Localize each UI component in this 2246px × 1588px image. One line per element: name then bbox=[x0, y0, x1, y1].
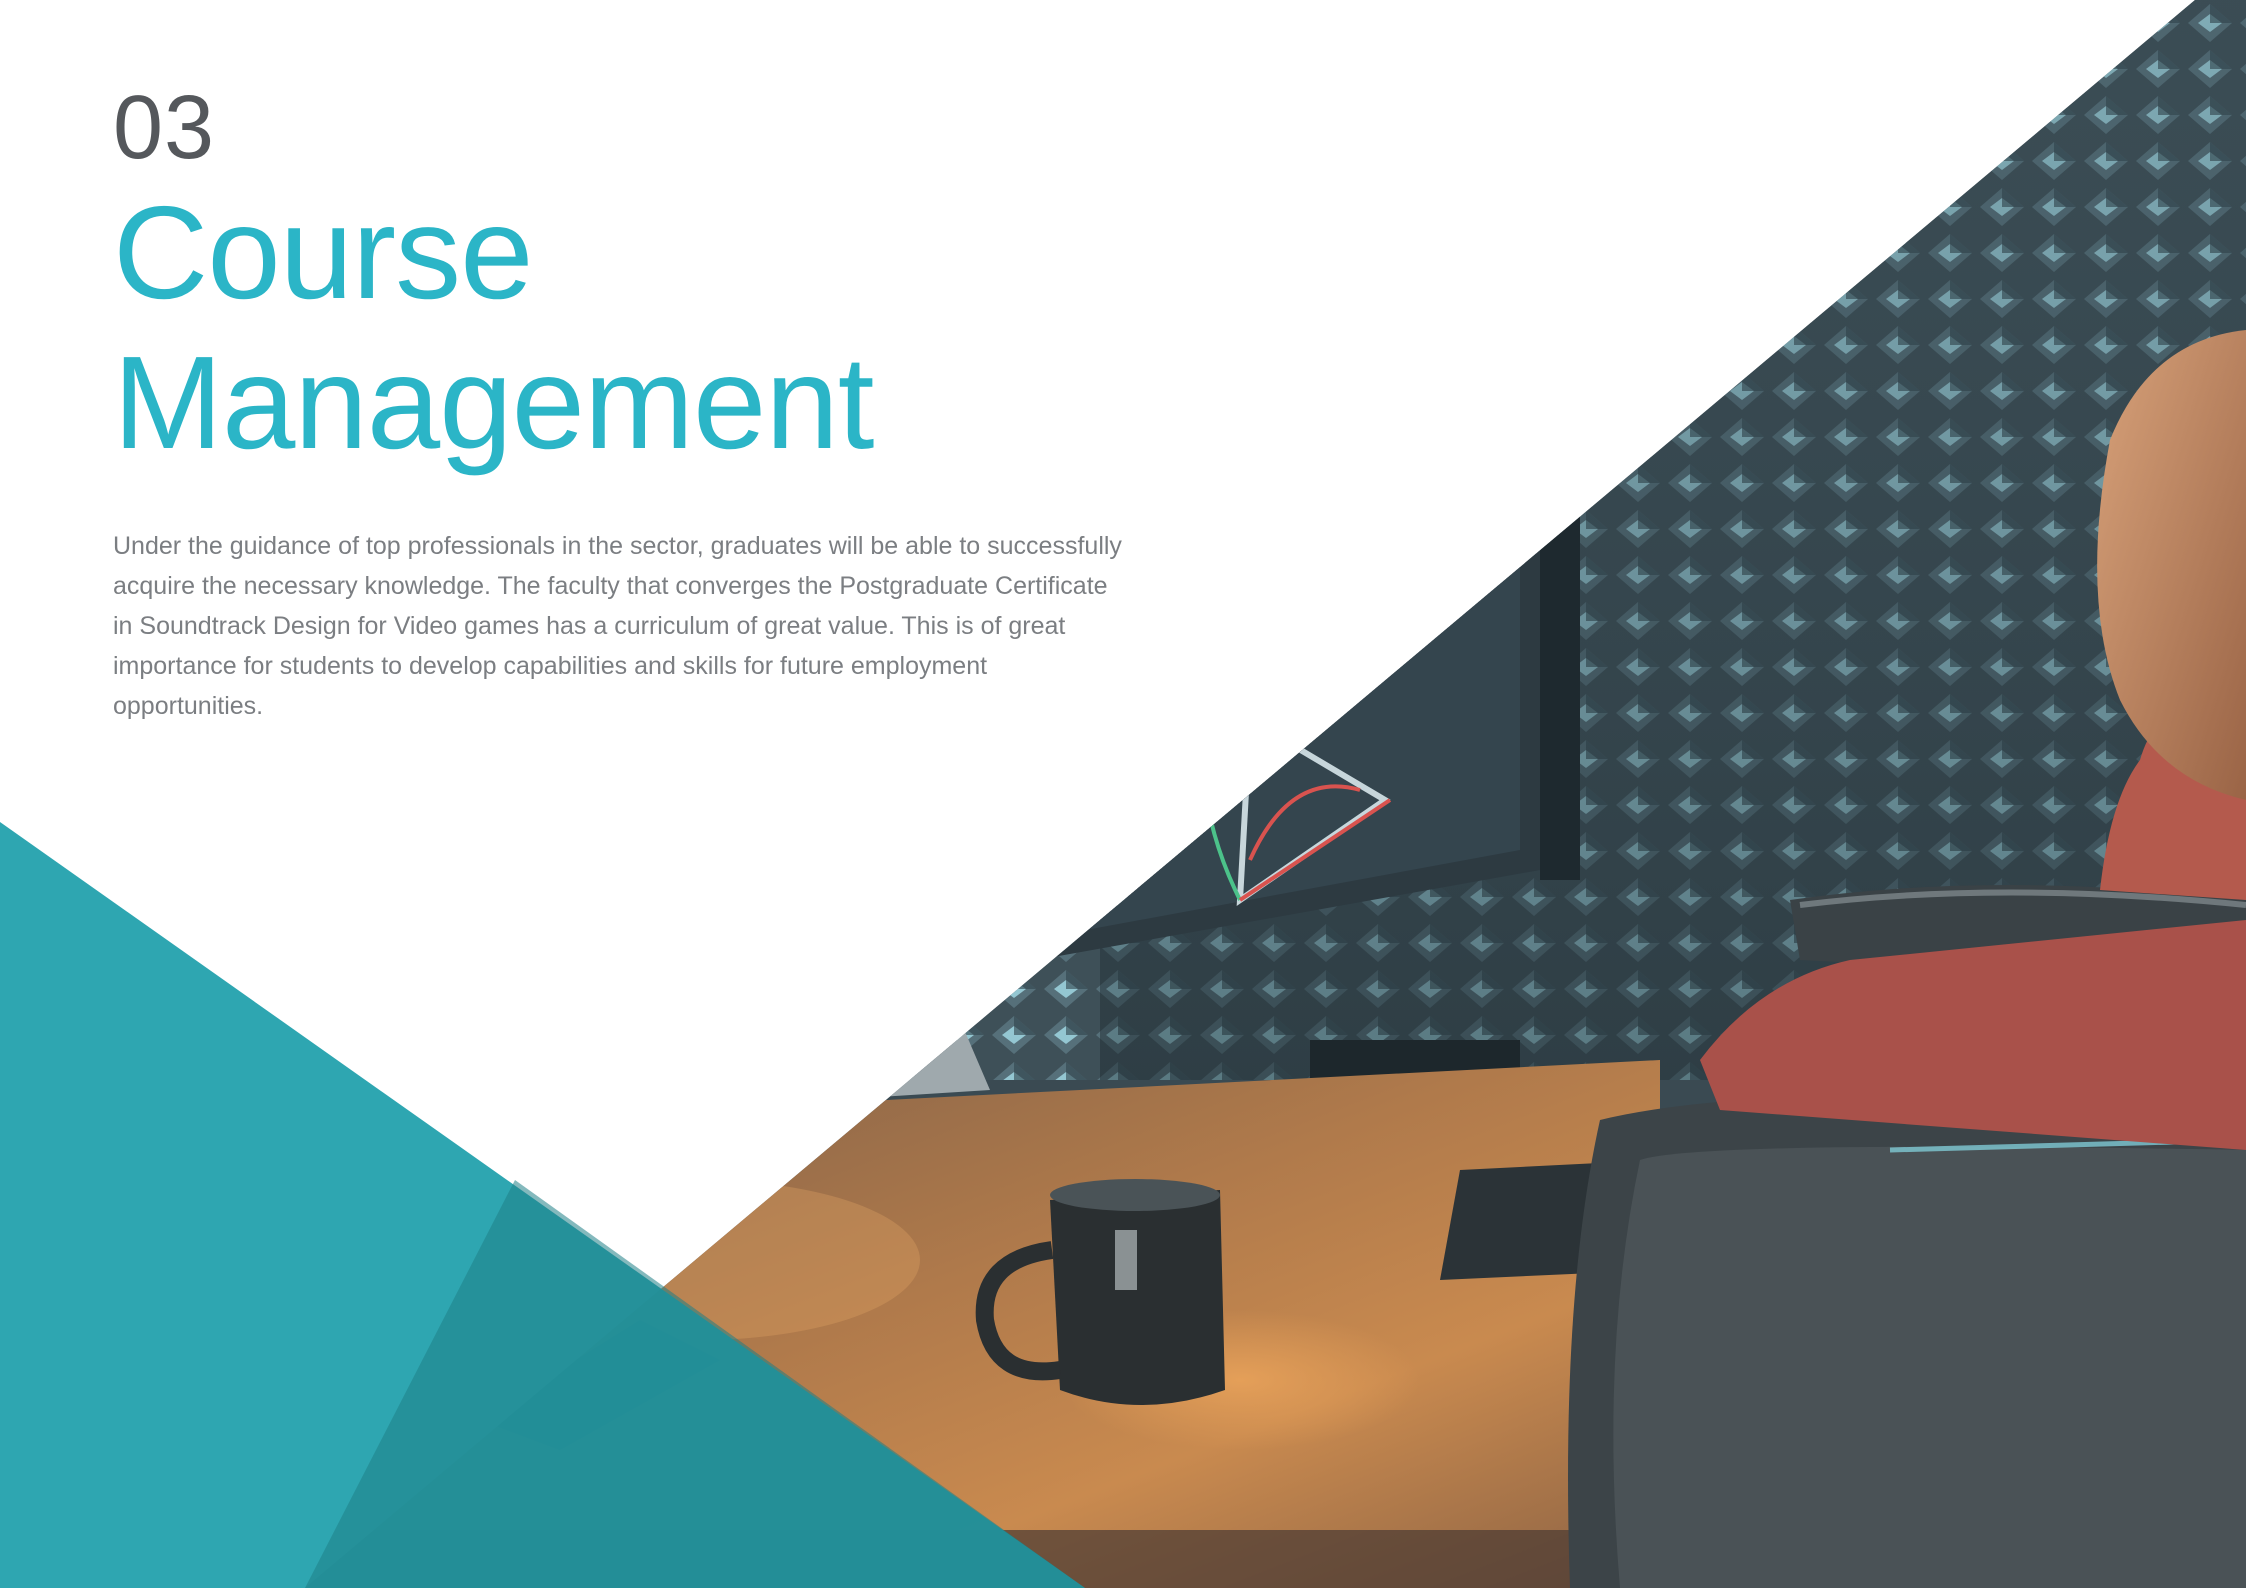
section-description: Under the guidance of top professionals … bbox=[113, 532, 1122, 720]
brochure-page: 03 Course Management Under the guidance … bbox=[0, 0, 2246, 1588]
section-title: Course Management bbox=[113, 179, 874, 476]
intro-text-block: 03 Course Management Under the guidance … bbox=[113, 78, 1233, 726]
section-number: 03 bbox=[113, 78, 216, 178]
